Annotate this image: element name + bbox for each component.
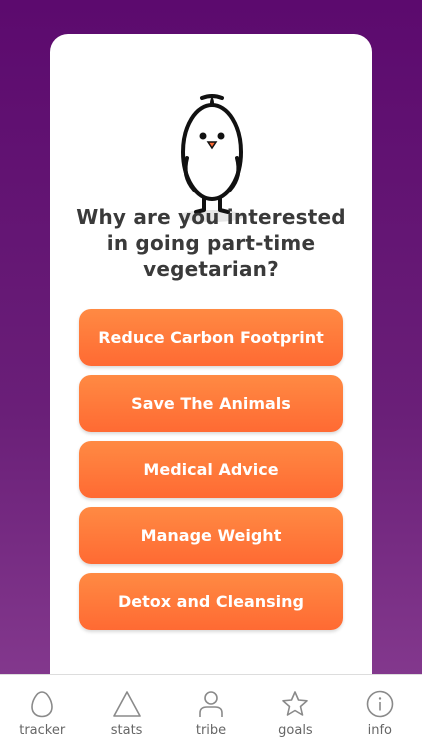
- option-medical-advice-button[interactable]: Medical Advice: [79, 441, 343, 498]
- answer-options: Reduce Carbon Footprint Save The Animals…: [79, 309, 343, 639]
- option-detox-and-cleansing-button[interactable]: Detox and Cleansing: [79, 573, 343, 630]
- triangle-icon: [112, 691, 141, 717]
- tab-goals[interactable]: goals: [253, 675, 337, 750]
- question-card: Why are you interested in going part-tim…: [50, 34, 372, 694]
- tab-tracker[interactable]: tracker: [0, 675, 84, 750]
- star-icon: [282, 691, 309, 716]
- info-icon: [366, 690, 394, 718]
- tab-goals-label: goals: [278, 723, 313, 738]
- bottom-tab-bar: tracker stats tribe goals info: [0, 674, 422, 750]
- option-reduce-carbon-footprint-button[interactable]: Reduce Carbon Footprint: [79, 309, 343, 366]
- tab-info[interactable]: info: [338, 675, 422, 750]
- tab-tracker-label: tracker: [19, 723, 66, 738]
- tab-tribe[interactable]: tribe: [169, 675, 253, 750]
- egg-icon: [31, 691, 54, 718]
- tab-info-label: info: [367, 723, 393, 738]
- option-manage-weight-button[interactable]: Manage Weight: [79, 507, 343, 564]
- option-save-the-animals-button[interactable]: Save The Animals: [79, 375, 343, 432]
- question-heading: Why are you interested in going part-tim…: [76, 205, 346, 281]
- tab-stats[interactable]: stats: [84, 675, 168, 750]
- tab-stats-label: stats: [110, 723, 143, 738]
- tab-tribe-label: tribe: [195, 723, 227, 738]
- person-icon: [199, 691, 223, 717]
